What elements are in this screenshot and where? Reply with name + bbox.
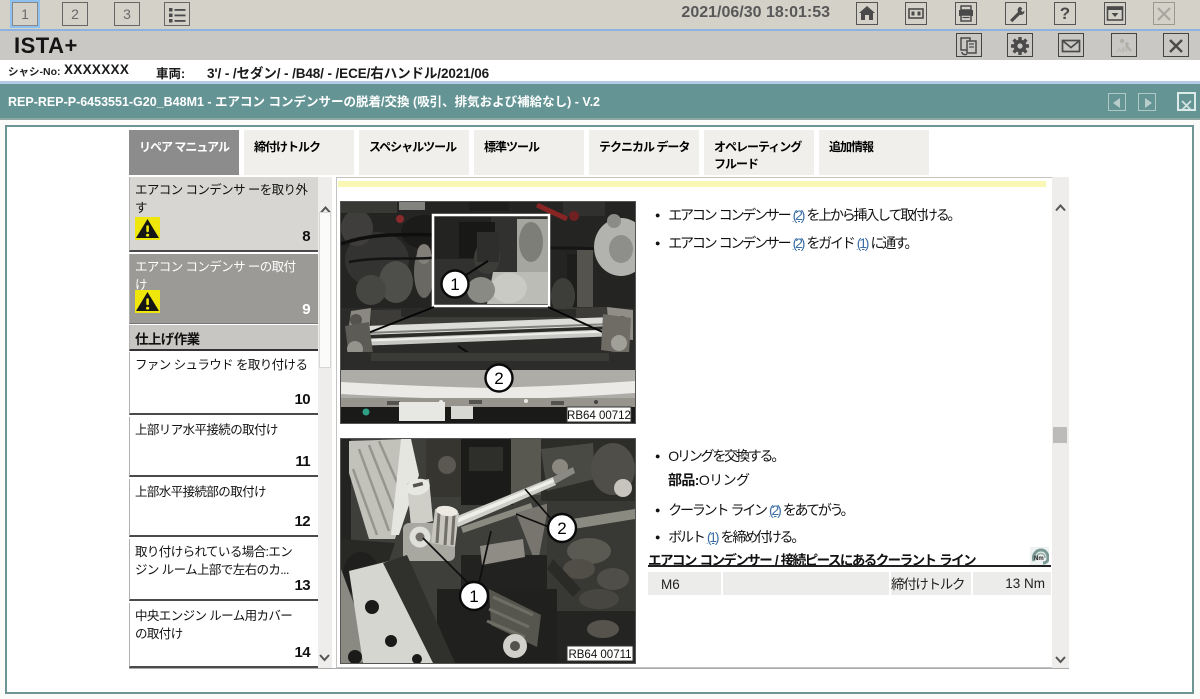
svg-text:RB64 00712: RB64 00712: [567, 410, 631, 422]
svg-text:2: 2: [557, 519, 566, 538]
svg-text:1: 1: [469, 587, 478, 606]
svg-text:Nm: Nm: [1034, 556, 1044, 562]
svg-text:RB64 00711: RB64 00711: [568, 649, 631, 661]
svg-text:AIR: AIR: [1117, 47, 1128, 54]
svg-text:?: ?: [1060, 4, 1070, 23]
svg-text:1: 1: [450, 275, 459, 294]
svg-text:2: 2: [494, 369, 503, 388]
